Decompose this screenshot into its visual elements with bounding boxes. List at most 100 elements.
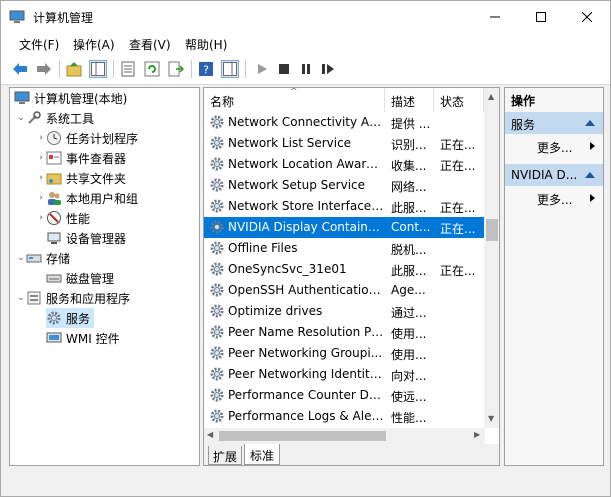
service-description: Cont... (391, 220, 431, 234)
service-name: NVIDIA Display Containe... (228, 220, 384, 234)
service-description: 提供 ... (391, 117, 431, 131)
services-list-body: Network Connectivity Ass... 提供 ... Network… (204, 112, 484, 427)
tree-item-disk-management[interactable]: 磁盘管理 (46, 268, 114, 288)
gear-icon (209, 240, 225, 256)
service-description: Age... (391, 283, 426, 297)
back-arrow-icon[interactable] (11, 60, 29, 78)
tree-item-device-manager[interactable]: 设备管理器 (46, 228, 126, 248)
show-hide-action-pane-icon[interactable] (221, 60, 239, 78)
minimize-button[interactable] (472, 1, 518, 32)
services-apps-icon (26, 290, 42, 306)
column-header-name[interactable]: 名称 ^ (204, 88, 385, 112)
service-name: OpenSSH Authentication ... (228, 283, 384, 297)
table-row[interactable]: OneSyncSvc_31e01 此服... 正在... (204, 259, 484, 280)
table-row[interactable]: Performance Counter DL... 使远... (204, 385, 484, 406)
service-description: 脱机... (391, 243, 427, 257)
tree-item-services-apps[interactable]: ⌄ 服务和应用程序 (16, 288, 130, 308)
table-row[interactable]: Peer Name Resolution Pr... 使用... (204, 322, 484, 343)
chevron-right-icon[interactable]: › (36, 153, 46, 163)
table-row[interactable]: OpenSSH Authentication ... Age... (204, 280, 484, 301)
export-list-icon[interactable] (167, 60, 185, 78)
toolbar: ? (1, 54, 610, 85)
table-row[interactable]: NVIDIA Display Containe... Cont... 正在... (204, 217, 484, 238)
menu-view[interactable]: 查看(V) (129, 36, 171, 53)
tree-item-local-users[interactable]: › 本地用户和组 (36, 188, 138, 208)
chevron-right-icon[interactable]: › (36, 133, 46, 143)
tree-item-system-tools[interactable]: ⌄ 系统工具 (16, 108, 94, 128)
tree-item-shared-folders[interactable]: › 共享文件夹 (36, 168, 126, 188)
help-icon[interactable]: ? (197, 60, 215, 78)
action-more-services[interactable]: 更多... (505, 136, 603, 156)
table-row[interactable]: Optimize drives 通过... (204, 301, 484, 322)
tree-item-storage[interactable]: ⌄ 存储 (16, 248, 70, 268)
chevron-down-icon[interactable]: ⌄ (16, 253, 26, 263)
start-service-icon[interactable] (253, 60, 271, 78)
tools-icon (26, 110, 42, 126)
chevron-right-icon[interactable]: › (36, 213, 46, 223)
table-row[interactable]: Peer Networking Groupi... 使用... (204, 343, 484, 364)
chevron-right-icon[interactable]: › (36, 193, 46, 203)
refresh-icon[interactable] (143, 60, 161, 78)
properties-icon[interactable] (119, 60, 137, 78)
menu-help[interactable]: 帮助(H) (185, 36, 227, 53)
tree-item-services[interactable]: 服务 (46, 308, 95, 328)
table-row[interactable]: Network Setup Service 网络... (204, 175, 484, 196)
horizontal-scrollbar[interactable]: ◀ ▶ (204, 428, 485, 444)
tree-item-root[interactable]: 计算机管理(本地) (14, 88, 127, 108)
menu-file[interactable]: 文件(F) (19, 36, 59, 53)
pause-service-icon[interactable] (297, 60, 315, 78)
collapse-icon[interactable] (585, 120, 595, 126)
gear-icon (209, 156, 225, 172)
gear-icon (209, 303, 225, 319)
scroll-down-icon[interactable]: ▼ (488, 414, 494, 423)
gear-icon (209, 177, 225, 193)
close-button[interactable] (564, 1, 610, 32)
table-row[interactable]: Offline Files 脱机... (204, 238, 484, 259)
tree-item-wmi[interactable]: WMI 控件 (46, 328, 120, 348)
scroll-up-icon[interactable]: ▲ (488, 92, 494, 101)
svg-text:?: ? (203, 64, 209, 77)
tree-item-performance[interactable]: › 性能 (36, 208, 90, 228)
column-header-description[interactable]: 描述 (385, 88, 434, 112)
vertical-scrollbar[interactable]: ▲ ▼ (484, 88, 499, 428)
table-row[interactable]: Network Connectivity Ass... 提供 ... (204, 112, 484, 133)
column-header-status[interactable]: 状态 (434, 88, 484, 112)
restart-service-icon[interactable] (319, 60, 337, 78)
up-folder-icon[interactable] (65, 60, 83, 78)
table-row[interactable]: Network List Service 识别... 正在... (204, 133, 484, 154)
horizontal-scroll-thumb[interactable] (219, 431, 386, 441)
action-group-services[interactable]: 服务 (505, 112, 603, 134)
action-more-nvidia[interactable]: 更多... (505, 188, 603, 208)
table-row[interactable]: Network Location Aware... 收集... 正在... (204, 154, 484, 175)
scroll-left-icon[interactable]: ◀ (207, 430, 213, 439)
show-hide-tree-icon[interactable] (89, 60, 107, 78)
chevron-down-icon[interactable]: ⌄ (16, 293, 26, 303)
service-status: 正在... (440, 201, 476, 215)
chevron-right-icon[interactable]: › (36, 173, 46, 183)
action-group-nvidia[interactable]: NVIDIA D... (505, 164, 603, 186)
vertical-scroll-thumb[interactable] (486, 219, 498, 241)
tree-item-event-viewer[interactable]: › 事件查看器 (36, 148, 126, 168)
gear-icon (46, 310, 62, 326)
maximize-button[interactable] (518, 1, 564, 32)
service-name: Peer Networking Identity... (228, 367, 384, 381)
disk-icon (46, 270, 62, 286)
scroll-right-icon[interactable]: ▶ (474, 430, 480, 439)
menu-action[interactable]: 操作(A) (73, 36, 115, 53)
tab-standard[interactable]: 标准 (244, 444, 281, 465)
service-name: Peer Networking Groupi... (228, 346, 383, 360)
table-row[interactable]: Peer Networking Identity... 向对... (204, 364, 484, 385)
service-description: 性能... (391, 411, 427, 425)
forward-arrow-icon[interactable] (35, 60, 53, 78)
collapse-icon[interactable] (585, 172, 595, 178)
tree-item-task-scheduler[interactable]: › 任务计划程序 (36, 128, 138, 148)
table-row[interactable]: Performance Logs & Aler... 性能... (204, 406, 484, 427)
gear-icon (209, 135, 225, 151)
service-name: Optimize drives (228, 304, 323, 318)
service-description: 此服... (391, 201, 427, 215)
stop-service-icon[interactable] (275, 60, 293, 78)
tab-extended[interactable]: 扩展 (208, 446, 243, 465)
chevron-down-icon[interactable]: ⌄ (16, 113, 26, 123)
table-row[interactable]: Network Store Interface ... 此服... 正在... (204, 196, 484, 217)
service-description: 使用... (391, 348, 427, 362)
